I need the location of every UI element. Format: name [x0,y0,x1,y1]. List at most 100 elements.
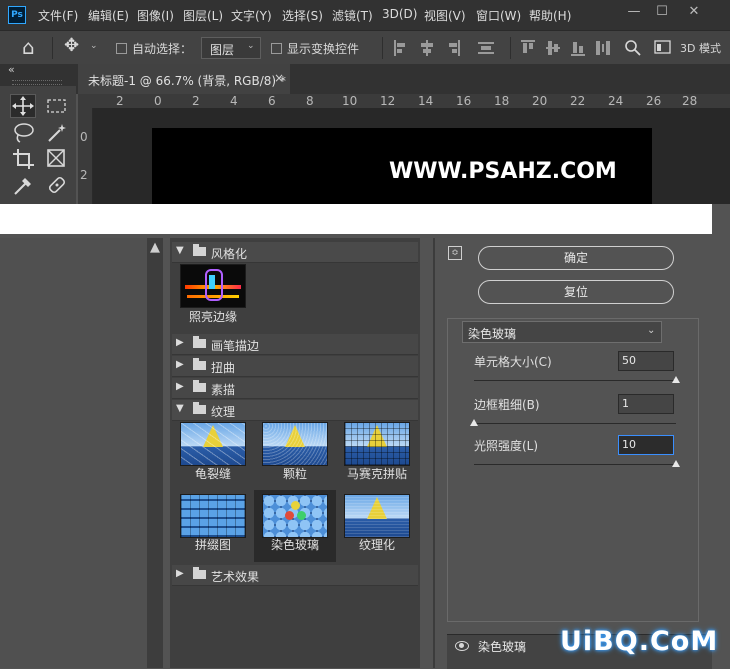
show-transform-checkbox[interactable] [271,43,282,54]
search-icon[interactable] [624,39,642,57]
border-thickness-slider-knob[interactable] [470,419,478,426]
filter-thumb-mosaic-tiles[interactable] [344,422,410,466]
move-tool-icon[interactable]: ✥ [64,35,79,56]
reset-button[interactable]: 复位 [478,280,674,304]
menu-type[interactable]: 文字(Y) [231,7,272,24]
3d-mode-label: 3D 模式 [680,42,721,55]
triangle-down-icon: ▼ [176,403,184,414]
ruler-tick: 2 [116,94,124,108]
document-tab[interactable]: 未标题-1 @ 66.7% (背景, RGB/8) * × [78,64,290,94]
patchwork-overlay [181,495,245,537]
border-thickness-input[interactable]: 1 [618,394,674,414]
maximize-button[interactable]: ☐ [648,2,676,22]
move-tool-button[interactable] [10,94,36,118]
divider [52,37,53,59]
ruler-tick: 22 [570,94,586,108]
crop-icon[interactable] [12,148,36,170]
options-bar: ⌂ ✥ ⌄ 自动选择： 图层 ⌄ 显示变换控件 3D 模式 [0,30,730,66]
canvas-text: WWW.PSAHZ.COM [389,159,617,184]
workspace-icon[interactable] [654,40,672,56]
filter-label: 颗粒 [282,467,307,481]
auto-select-dropdown[interactable]: 图层 ⌄ [201,37,261,59]
category-brush-strokes[interactable]: ▶ 画笔描边 [172,334,418,355]
menu-edit[interactable]: 编辑(E) [88,7,129,24]
ruler-tick: 24 [608,94,624,108]
filter-label: 拼缀图 [194,538,231,552]
document-canvas[interactable]: WWW.PSAHZ.COM [152,128,652,204]
triangle-right-icon: ▶ [176,568,184,579]
category-stylize[interactable]: ▼ 风格化 [172,242,418,263]
eyedropper-icon[interactable] [12,174,36,196]
magic-wand-icon[interactable] [46,122,68,144]
home-icon[interactable]: ⌂ [22,35,35,59]
filter-thumb-stained-glass[interactable] [262,494,328,538]
folder-icon [193,358,206,370]
healing-brush-icon[interactable] [46,174,68,196]
ruler-tick: 12 [380,94,396,108]
folder-icon [193,336,206,348]
menu-help[interactable]: 帮助(H) [529,7,571,24]
preview-scrollbar[interactable] [147,238,163,668]
close-tab-icon[interactable]: × [274,71,284,85]
ruler-tick: 14 [418,94,434,108]
filter-thumb-texturizer[interactable] [344,494,410,538]
toggle-gallery-icon[interactable]: ≎ [448,246,462,260]
filter-thumb-patchwork[interactable] [180,494,246,538]
menu-filter[interactable]: 滤镜(T) [332,7,373,24]
cell-size-slider-knob[interactable] [672,376,680,383]
panel-divider [433,238,435,668]
folder-icon [193,567,206,579]
collapse-panel-icon[interactable]: « [8,63,15,76]
filter-label: 马赛克拼贴 [346,467,407,481]
chevron-down-icon: ⌄ [247,41,255,51]
scroll-up-icon[interactable]: ▲ [147,240,163,256]
align-right-icon [458,40,460,56]
show-transform-label: 显示变换控件 [287,42,360,56]
close-window-button[interactable]: ✕ [680,2,708,22]
lasso-icon[interactable] [12,122,36,144]
marquee-icon[interactable] [46,98,68,114]
ok-button[interactable]: 确定 [478,246,674,270]
filter-label: 纹理化 [358,538,395,552]
ruler-tick: 0 [154,94,162,108]
menu-layer[interactable]: 图层(L) [183,7,223,24]
category-texture[interactable]: ▼ 纹理 [172,400,418,421]
category-label: 纹理 [211,405,236,419]
filter-thumb-craquelure[interactable] [180,422,246,466]
light-intensity-slider-knob[interactable] [672,460,680,467]
category-sketch[interactable]: ▶ 素描 [172,378,418,399]
chevron-down-icon[interactable]: ⌄ [90,41,98,51]
menu-file[interactable]: 文件(F) [38,7,78,24]
folder-icon [193,380,206,392]
category-artistic[interactable]: ▶ 艺术效果 [172,565,418,586]
filter-label: 染色玻璃 [270,538,319,552]
cell-size-slider[interactable] [474,380,676,381]
border-thickness-slider[interactable] [474,423,676,424]
filter-thumb-grain[interactable] [262,422,328,466]
chevron-down-icon: ⌄ [647,325,656,336]
menu-select[interactable]: 选择(S) [282,7,323,24]
menu-window[interactable]: 窗口(W) [476,7,521,24]
menu-image[interactable]: 图像(I) [137,7,174,24]
ruler-tick: 2 [80,168,88,182]
watermark-logo: UiBQ.CoM [560,626,719,657]
glow-shape [209,275,215,289]
toolbox-grip[interactable] [12,80,62,85]
ruler-tick: 26 [646,94,662,108]
category-label: 扭曲 [211,361,236,375]
light-intensity-input[interactable]: 10 [618,435,674,455]
ruler-tick: 2 [192,94,200,108]
border-thickness-label: 边框粗细(B) [474,398,540,412]
ruler-tick: 6 [268,94,276,108]
menu-view[interactable]: 视图(V) [424,7,466,24]
minimize-button[interactable]: — [620,2,648,22]
ruler-tick: 28 [682,94,698,108]
filter-thumb-glowing-edges[interactable] [180,264,246,308]
frame-icon[interactable] [46,148,68,170]
light-intensity-slider[interactable] [474,464,676,465]
eye-icon[interactable] [455,641,469,651]
menu-3d[interactable]: 3D(D) [382,7,417,21]
cell-size-input[interactable]: 50 [618,351,674,371]
auto-select-checkbox[interactable] [116,43,127,54]
category-distort[interactable]: ▶ 扭曲 [172,356,418,377]
